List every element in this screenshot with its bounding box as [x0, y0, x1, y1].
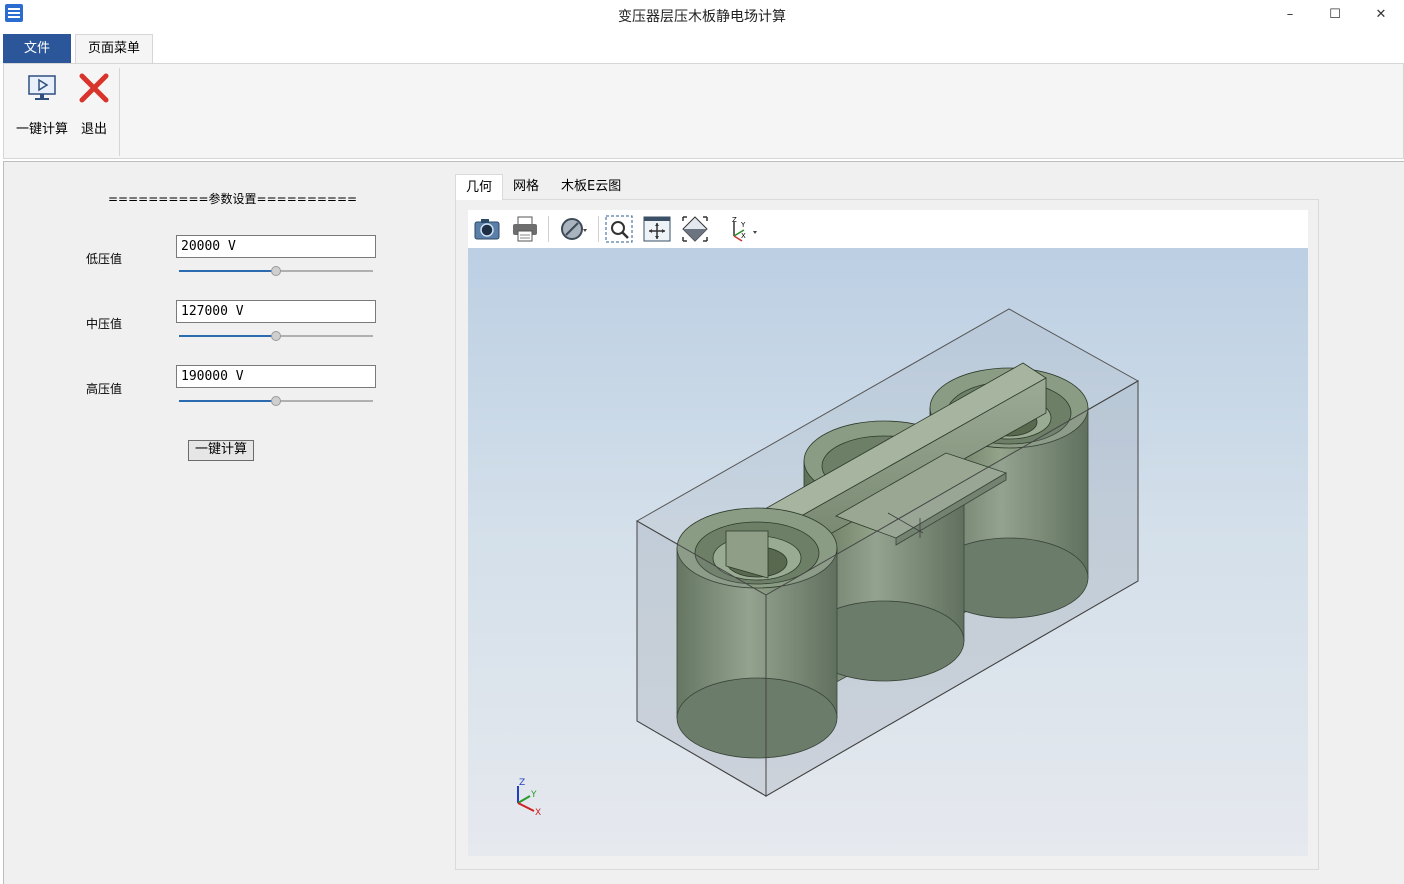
transformer-model: Z Y X	[517, 308, 1140, 818]
mid-voltage-slider[interactable]	[179, 330, 373, 342]
low-voltage-label: 低压值	[86, 252, 123, 266]
one-click-calc-button[interactable]: 一键计算	[188, 440, 254, 461]
tab-page-menu[interactable]: 页面菜单	[75, 34, 153, 64]
minimize-button[interactable]: –	[1275, 4, 1305, 26]
zoom-window-icon[interactable]	[604, 214, 634, 244]
close-x-icon	[79, 73, 109, 103]
fit-all-icon[interactable]	[642, 214, 672, 244]
high-voltage-slider[interactable]	[179, 395, 373, 407]
maximize-button[interactable]: ☐	[1320, 4, 1350, 26]
slider-fill	[179, 400, 276, 402]
high-voltage-label: 高压值	[86, 382, 123, 396]
tab-file[interactable]: 文件	[3, 34, 71, 63]
tab-wood-e-contour[interactable]: 木板E云图	[551, 174, 631, 200]
toolbar-separator	[548, 216, 549, 242]
slider-fill	[179, 270, 276, 272]
3d-viewport[interactable]: Z Y X	[468, 248, 1308, 856]
exit-ribbon-button[interactable]: 退出	[76, 72, 112, 137]
axis-triad: Z Y X	[517, 778, 541, 818]
camera-icon[interactable]	[472, 214, 502, 244]
triad-z-label: Z	[519, 778, 525, 788]
workspace: ==========参数设置========== 低压值 20000 V 中压值…	[3, 161, 1404, 884]
close-button[interactable]: ✕	[1366, 4, 1396, 26]
low-voltage-input[interactable]: 20000 V	[176, 235, 376, 258]
triad-x-label: X	[535, 808, 541, 818]
title-bar: 变压器层压木板静电场计算 – ☐ ✕	[0, 0, 1404, 32]
triad-y-label: Y	[530, 790, 537, 800]
mid-voltage-label: 中压值	[86, 317, 123, 331]
slider-fill	[179, 335, 276, 337]
ribbon-panel: 一键计算 退出	[3, 63, 1404, 159]
viewer-toolbar: Z Y X	[468, 210, 1308, 248]
ribbon-tab-bar: 文件 页面菜单	[0, 33, 1404, 64]
tab-mesh[interactable]: 网格	[503, 174, 549, 200]
svg-text:Y: Y	[740, 221, 746, 229]
slider-knob[interactable]	[271, 331, 281, 341]
mid-voltage-input[interactable]: 127000 V	[176, 300, 376, 323]
slider-knob[interactable]	[271, 266, 281, 276]
low-voltage-slider[interactable]	[179, 265, 373, 277]
high-voltage-input[interactable]: 190000 V	[176, 365, 376, 388]
viewer-tab-bar: 几何 网格 木板E云图	[455, 174, 1319, 201]
display-mode-icon[interactable]	[558, 214, 588, 244]
window-title: 变压器层压木板静电场计算	[618, 9, 786, 25]
play-monitor-icon	[28, 75, 56, 100]
view-iso-icon[interactable]	[680, 214, 710, 244]
svg-text:Z: Z	[732, 216, 737, 224]
print-icon[interactable]	[510, 214, 540, 244]
one-click-calc-ribbon-button[interactable]: 一键计算	[12, 72, 72, 137]
ribbon-separator	[119, 68, 120, 156]
axis-view-icon[interactable]: Z Y X	[724, 214, 760, 244]
slider-knob[interactable]	[271, 396, 281, 406]
one-click-calc-label: 一键计算	[15, 122, 68, 137]
viewer-panel: Z Y X Z Y X	[455, 200, 1319, 870]
toolbar-separator	[598, 216, 599, 242]
tab-geometry[interactable]: 几何	[455, 174, 504, 201]
svg-text:X: X	[741, 232, 746, 240]
exit-label: 退出	[80, 122, 107, 137]
params-section-title: ==========参数设置==========	[108, 192, 358, 206]
